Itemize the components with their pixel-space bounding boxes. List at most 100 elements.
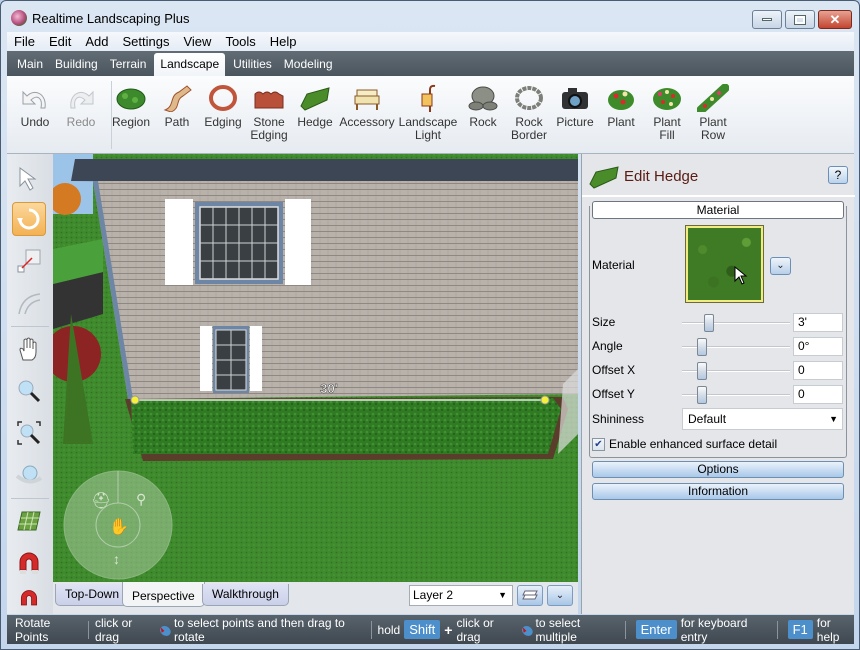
tab-building[interactable]: Building bbox=[49, 53, 104, 76]
close-button[interactable]: ✕ bbox=[818, 10, 852, 29]
shininess-dropdown[interactable]: Default ▼ bbox=[682, 408, 843, 430]
maximize-button[interactable] bbox=[785, 10, 815, 29]
snap-objects-tool-button[interactable] bbox=[12, 586, 46, 612]
ribbon-tabs: Main Building Terrain Landscape Utilitie… bbox=[7, 51, 854, 76]
resize-tool-button[interactable] bbox=[12, 244, 46, 278]
slider-thumb[interactable] bbox=[704, 314, 714, 332]
tab-utilities[interactable]: Utilities bbox=[227, 53, 278, 76]
stone-edging-icon bbox=[254, 91, 284, 109]
slider-thumb[interactable] bbox=[697, 362, 707, 380]
menu-file[interactable]: File bbox=[7, 34, 42, 49]
shininess-value: Default bbox=[688, 412, 727, 426]
app-logo-icon bbox=[11, 10, 27, 26]
menu-settings[interactable]: Settings bbox=[116, 34, 177, 49]
hedge-button[interactable]: Hedge bbox=[291, 82, 339, 129]
layers-button[interactable] bbox=[517, 585, 543, 606]
dropdown-arrow-icon: ▼ bbox=[498, 590, 507, 600]
menu-add[interactable]: Add bbox=[78, 34, 115, 49]
3d-viewport[interactable]: 30' ⛑ ⚲ ✋ ↕ bbox=[53, 154, 578, 582]
undo-label: Undo bbox=[20, 115, 50, 129]
offset-y-input[interactable]: 0 bbox=[793, 385, 843, 404]
region-button[interactable]: Region bbox=[107, 82, 155, 129]
plant-row-button[interactable]: Plant Row bbox=[689, 82, 737, 142]
orbit-tool-button[interactable] bbox=[12, 458, 46, 492]
offset-y-slider[interactable] bbox=[682, 386, 790, 404]
angle-input[interactable]: 0° bbox=[793, 337, 843, 356]
nav-orbit-icon[interactable]: ⛑ bbox=[91, 492, 111, 510]
picture-button[interactable]: Picture bbox=[551, 82, 599, 129]
plant-icon bbox=[608, 90, 634, 110]
enhanced-detail-label: Enable enhanced surface detail bbox=[609, 437, 778, 451]
redo-label: Redo bbox=[66, 115, 96, 129]
menu-tools[interactable]: Tools bbox=[218, 34, 262, 49]
slider-thumb[interactable] bbox=[697, 386, 707, 404]
zoom-tool-button[interactable] bbox=[12, 374, 46, 408]
options-button[interactable]: Options bbox=[592, 461, 844, 478]
offset-x-input[interactable]: 0 bbox=[793, 361, 843, 380]
material-group-header[interactable]: Material bbox=[592, 201, 844, 219]
help-button[interactable]: ? bbox=[828, 166, 848, 184]
accessory-label: Accessory bbox=[339, 115, 395, 129]
menu-edit[interactable]: Edit bbox=[42, 34, 78, 49]
size-slider[interactable] bbox=[682, 314, 790, 332]
view-tab-walkthrough[interactable]: Walkthrough bbox=[202, 584, 289, 606]
rock-border-button[interactable]: Rock Border bbox=[505, 82, 553, 142]
measurement-label: 30' bbox=[320, 381, 338, 396]
landscape-light-button[interactable]: Landscape Light bbox=[397, 82, 459, 142]
roof bbox=[71, 159, 578, 184]
control-point[interactable] bbox=[540, 395, 550, 405]
information-button[interactable]: Information bbox=[592, 483, 844, 500]
curve-tool-button[interactable] bbox=[12, 286, 46, 320]
stone-edging-button[interactable]: Stone Edging bbox=[245, 82, 293, 142]
path-button[interactable]: Path bbox=[153, 82, 201, 129]
rotate-points-tool-button[interactable] bbox=[12, 202, 46, 236]
view-tab-top-down[interactable]: Top-Down bbox=[55, 584, 130, 606]
edging-button[interactable]: Edging bbox=[199, 82, 247, 129]
layer-dropdown[interactable]: Layer 2 ▼ bbox=[409, 585, 513, 606]
chevron-down-icon: ⌄ bbox=[776, 260, 785, 271]
navigation-widget[interactable]: ⛑ ⚲ ✋ ↕ bbox=[63, 470, 173, 580]
material-dropdown-button[interactable]: ⌄ bbox=[770, 257, 791, 275]
plant-button[interactable]: Plant bbox=[597, 82, 645, 129]
material-swatch[interactable] bbox=[685, 225, 764, 303]
enhanced-detail-checkbox[interactable]: ✔ Enable enhanced surface detail bbox=[592, 437, 777, 451]
plant-fill-button[interactable]: Plant Fill bbox=[643, 82, 691, 142]
nav-elevate-icon[interactable]: ↕ bbox=[113, 551, 120, 567]
angle-slider[interactable] bbox=[682, 338, 790, 356]
rock-button[interactable]: Rock bbox=[459, 82, 507, 129]
hedge[interactable] bbox=[131, 398, 561, 454]
accessory-button[interactable]: Accessory bbox=[339, 82, 395, 129]
panel-title: Edit Hedge bbox=[624, 168, 699, 185]
scene-render[interactable]: 30' ⛑ ⚲ ✋ ↕ bbox=[53, 154, 578, 582]
tab-main[interactable]: Main bbox=[11, 53, 49, 76]
view-tab-perspective[interactable]: Perspective bbox=[122, 582, 205, 607]
shutter bbox=[165, 199, 193, 285]
rock-border-icon bbox=[515, 86, 543, 110]
offset-x-slider[interactable] bbox=[682, 362, 790, 380]
nav-zoom-icon[interactable]: ⚲ bbox=[136, 491, 146, 507]
pan-tool-button[interactable] bbox=[12, 332, 46, 366]
grid-tool-button[interactable] bbox=[12, 504, 46, 538]
status-mode: Rotate Points bbox=[15, 615, 51, 644]
tab-modeling[interactable]: Modeling bbox=[278, 53, 339, 76]
select-tool-button[interactable] bbox=[12, 162, 46, 196]
plant-fill-icon bbox=[653, 88, 681, 110]
undo-button[interactable]: Undo bbox=[11, 82, 59, 129]
tab-terrain[interactable]: Terrain bbox=[104, 53, 153, 76]
redo-button[interactable]: Redo bbox=[57, 82, 105, 129]
menu-view[interactable]: View bbox=[176, 34, 218, 49]
snap-tool-button[interactable] bbox=[12, 546, 46, 580]
f1-key-badge: F1 bbox=[787, 620, 813, 639]
slider-thumb[interactable] bbox=[697, 338, 707, 356]
layers-menu-button[interactable]: ⌄ bbox=[547, 585, 573, 606]
chevron-down-icon: ⌄ bbox=[555, 590, 565, 601]
zoom-extents-tool-button[interactable] bbox=[12, 416, 46, 450]
tab-landscape[interactable]: Landscape bbox=[154, 53, 226, 76]
minimize-button[interactable] bbox=[752, 10, 782, 29]
size-input[interactable]: 3' bbox=[793, 313, 843, 332]
nav-pan-icon[interactable]: ✋ bbox=[109, 517, 129, 536]
control-point[interactable] bbox=[130, 395, 140, 405]
checkbox-check-icon[interactable]: ✔ bbox=[592, 437, 605, 451]
menu-help[interactable]: Help bbox=[263, 34, 304, 49]
magnet-icon bbox=[19, 552, 39, 574]
